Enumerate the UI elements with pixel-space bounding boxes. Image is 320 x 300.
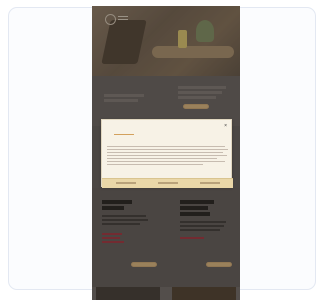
consent-tabs [102,128,233,135]
cookie-consent-dialog: × [101,119,233,188]
consent-body-text [107,146,228,176]
consent-button-row [102,178,233,188]
